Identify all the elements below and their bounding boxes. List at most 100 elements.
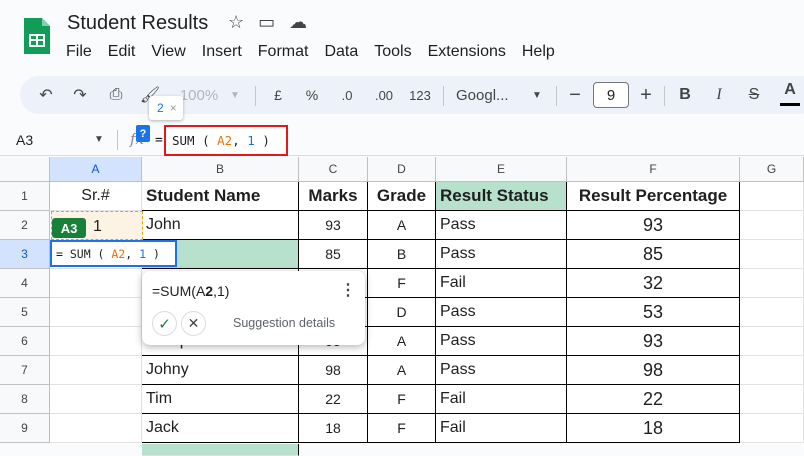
student-name-cell[interactable]: Jack [142,414,299,443]
document-title[interactable]: Student Results [67,12,208,35]
marks-cell[interactable]: 93 [299,211,368,240]
result-status-cell[interactable]: Pass [436,327,567,356]
student-name-cell[interactable]: John [142,211,299,240]
column-header-e[interactable]: E [436,157,567,182]
number-format-button[interactable]: 123 [406,76,434,114]
print-icon[interactable]: ⎙ [104,76,128,114]
cell[interactable] [740,385,804,414]
result-status-cell[interactable]: Pass [436,298,567,327]
suggested-formula[interactable]: =SUM(A2,1) [152,283,229,299]
grade-cell[interactable]: A [368,327,436,356]
select-all-corner[interactable] [0,157,50,182]
cell-editor[interactable]: = SUM ( A2, 1 ) [50,240,177,267]
column-header-f[interactable]: F [567,157,740,182]
result-status-cell[interactable]: Pass [436,240,567,269]
result-percentage-cell[interactable]: 93 [567,211,740,240]
result-percentage-cell[interactable]: 98 [567,356,740,385]
marks-cell[interactable]: 18 [299,414,368,443]
row-header-7[interactable]: 7 [0,356,50,385]
menu-view[interactable]: View [151,43,194,61]
close-icon[interactable]: × [170,101,177,115]
marks-cell[interactable]: 98 [299,356,368,385]
header-cell-b[interactable]: Student Name [142,182,299,211]
header-cell-d[interactable]: Grade [368,182,436,211]
font-select[interactable]: Googl... [456,76,528,114]
result-percentage-cell[interactable]: 93 [567,327,740,356]
row-header-3[interactable]: 3 [0,240,50,269]
grade-cell[interactable]: A [368,211,436,240]
cell-a[interactable] [50,356,142,385]
result-percentage-cell[interactable]: 18 [567,414,740,443]
cell[interactable] [740,240,804,269]
font-chevron-down-icon[interactable]: ▼ [530,76,544,114]
menu-help[interactable]: Help [522,43,564,61]
column-header-c[interactable]: C [299,157,368,182]
header-cell-c[interactable]: Marks [299,182,368,211]
suggestion-details-link[interactable]: Suggestion details [233,316,335,330]
increase-font-size-icon[interactable]: + [637,76,655,114]
header-cell-e[interactable]: Result Status [436,182,567,211]
undo-icon[interactable]: ↶ [34,76,58,114]
zoom-chevron-down-icon[interactable]: ▼ [228,76,242,114]
more-options-icon[interactable]: ⋮ [340,280,356,300]
strikethrough-button[interactable]: S [745,76,763,114]
column-header-d[interactable]: D [368,157,436,182]
cell-a[interactable] [50,298,142,327]
redo-icon[interactable]: ↷ [68,76,92,114]
row-header-2[interactable]: 2 [0,211,50,240]
grade-cell[interactable]: D [368,298,436,327]
cell-a[interactable] [50,269,142,298]
menu-insert[interactable]: Insert [202,43,251,61]
grade-cell[interactable]: F [368,414,436,443]
name-box-chevron-down-icon[interactable]: ▼ [94,134,104,145]
result-percentage-cell[interactable]: 22 [567,385,740,414]
grade-cell[interactable]: F [368,385,436,414]
italic-button[interactable]: I [710,76,728,114]
result-percentage-cell[interactable]: 85 [567,240,740,269]
row-header-6[interactable]: 6 [0,327,50,356]
header-cell-f[interactable]: Result Percentage [567,182,740,211]
formula-input[interactable]: SUM ( A2, 1 ) [164,125,288,156]
menu-file[interactable]: File [66,43,101,61]
cell[interactable] [740,356,804,385]
result-status-cell[interactable]: Fail [436,385,567,414]
column-header-a[interactable]: A [50,157,142,182]
reject-suggestion-icon[interactable]: ✕ [181,311,206,336]
result-status-cell[interactable]: Pass [436,211,567,240]
menu-edit[interactable]: Edit [108,43,145,61]
cell[interactable] [740,211,804,240]
result-percentage-cell[interactable]: 53 [567,298,740,327]
menu-data[interactable]: Data [324,43,367,61]
cell-a[interactable] [50,414,142,443]
marks-cell[interactable]: 85 [299,240,368,269]
sheets-logo-icon[interactable] [22,16,52,56]
student-name-cell[interactable] [142,444,299,456]
cell[interactable] [740,182,804,211]
move-folder-icon[interactable]: ▭ [258,12,275,33]
row-header-5[interactable]: 5 [0,298,50,327]
result-status-cell[interactable]: Pass [436,356,567,385]
row-header-9[interactable]: 9 [0,414,50,443]
accept-suggestion-icon[interactable]: ✓ [152,311,177,336]
grade-cell[interactable]: A [368,356,436,385]
result-status-cell[interactable]: Fail [436,269,567,298]
cell[interactable] [740,327,804,356]
grade-cell[interactable]: F [368,269,436,298]
student-name-cell[interactable]: Johny [142,356,299,385]
formula-help-icon[interactable]: ? [136,125,150,142]
star-icon[interactable]: ☆ [228,12,244,33]
cell[interactable] [740,298,804,327]
grade-cell[interactable]: B [368,240,436,269]
cell-a[interactable] [50,327,142,356]
result-status-cell[interactable]: Fail [436,414,567,443]
cell[interactable] [740,414,804,443]
percent-button[interactable]: % [302,76,322,114]
row-header-4[interactable]: 4 [0,269,50,298]
menu-format[interactable]: Format [258,43,318,61]
increase-decimal-button[interactable]: .00 [369,76,399,114]
result-percentage-cell[interactable]: 32 [567,269,740,298]
row-header-8[interactable]: 8 [0,385,50,414]
text-color-button[interactable]: A [780,76,800,106]
decrease-decimal-button[interactable]: .0 [335,76,359,114]
column-header-b[interactable]: B [142,157,299,182]
